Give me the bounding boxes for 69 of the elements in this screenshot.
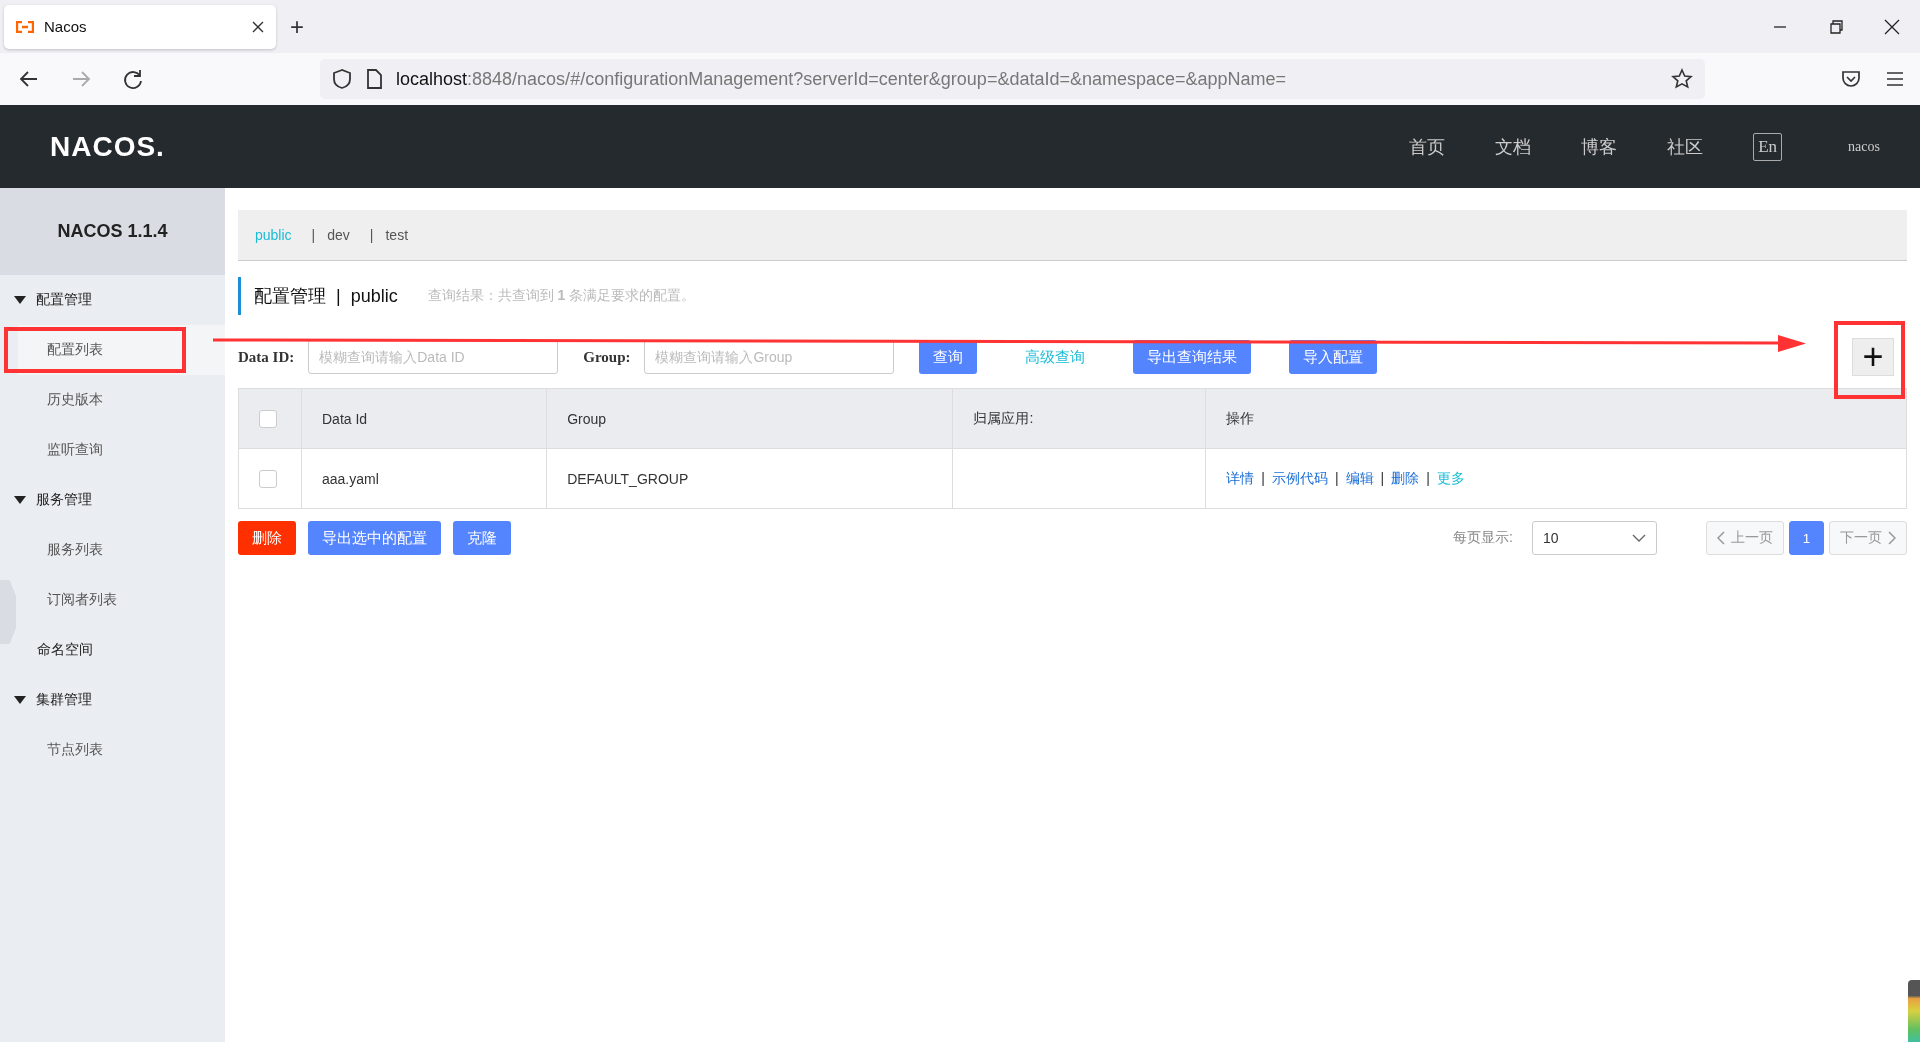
column-header: 操作 [1205,388,1907,449]
action-link[interactable]: 详情 [1226,469,1255,486]
sidebar-item[interactable]: 节点列表 [18,725,225,775]
result-summary: 查询结果：共查询到 1 条满足要求的配置。 [427,287,696,305]
sidebar-group[interactable]: 集群管理 [0,675,225,725]
sidebar-group[interactable]: 服务管理 [0,475,225,525]
star-icon[interactable] [1671,68,1693,90]
column-header: Group [546,388,953,449]
nav-link[interactable]: 文档 [1495,134,1532,159]
sidebar-item[interactable]: 监听查询 [18,425,225,475]
separator-text: | [1261,469,1265,486]
caret-down-icon [14,696,26,704]
meter-drawing [1908,980,1920,1042]
sidebar-item[interactable]: 命名空间 [0,625,225,675]
nav-link[interactable]: 首页 [1409,134,1446,159]
nav-link[interactable]: 社区 [1667,134,1704,159]
action-link[interactable]: 编辑 [1345,469,1374,486]
separator-text: | [1380,469,1385,486]
close-icon[interactable] [252,20,264,33]
pocket-icon[interactable] [1840,68,1862,90]
search-field[interactable]: 模糊查询请输入Group [644,340,895,374]
checkbox[interactable] [259,409,277,428]
chevron-left-icon [1717,531,1725,545]
sidebar-group[interactable]: 配置管理 [0,275,225,325]
namespace-tab[interactable]: test [385,227,409,243]
action-link[interactable]: 删除 [1391,469,1420,486]
user-name[interactable]: nacos [1848,138,1880,155]
nacos-logo[interactable]: NACOS. [50,130,165,163]
namespace-name: public [350,285,398,307]
sidebar-item[interactable]: 订阅者列表 [18,575,225,625]
page-size-select[interactable]: 10 [1532,521,1657,555]
search-field[interactable]: 模糊查询请输入Data ID [308,340,559,374]
page-title: 配置管理 [254,285,326,308]
shield-icon [332,68,352,90]
action-link[interactable]: 示例代码 [1271,469,1328,486]
action-button[interactable]: 导入配置 [1289,340,1378,374]
page-icon [366,69,382,89]
separator-text: | [336,285,341,307]
separator-text: | [311,227,316,243]
column-header: 归属应用: [952,388,1206,449]
sidebar-title: NACOS 1.1.4 [0,188,225,275]
table-cell: DEFAULT_GROUP [546,448,953,509]
separator-text: | [369,227,374,243]
action-button[interactable]: 导出选中的配置 [308,521,441,555]
page-button[interactable]: 1 [1789,521,1824,555]
language-switch[interactable]: En [1753,132,1783,161]
checkbox[interactable] [259,469,277,488]
field-label: Group: [583,348,631,366]
field-label: Data ID: [238,348,295,366]
caret-down-icon [14,496,26,504]
new-tab-button[interactable]: + [290,12,304,41]
browser-tab[interactable]: Nacos [4,4,276,49]
nacos-favicon-icon [16,20,34,33]
sidebar-item[interactable]: 历史版本 [18,375,225,425]
namespace-tab[interactable]: dev [327,227,350,243]
address-bar[interactable]: localhost:8848/nacos/#/configurationManagement?serverId=center&group=&dataId=&namespace=&appName= [320,59,1705,99]
column-header: Data Id [301,388,547,449]
chevron-right-icon [1888,531,1896,545]
table-cell: aaa.yaml [301,448,547,509]
chevron-down-icon [1632,534,1646,542]
sidebar-item[interactable]: 服务列表 [18,525,225,575]
add-button[interactable]: + [1852,338,1894,376]
action-button[interactable]: 删除 [238,521,296,555]
caret-down-icon [14,296,26,304]
action-button[interactable]: 克隆 [453,521,511,555]
page-size-label: 每页显示: [1453,529,1513,547]
separator-text: | [1334,469,1339,486]
nav-link[interactable]: 博客 [1581,134,1618,159]
separator-text: | [1426,469,1430,486]
